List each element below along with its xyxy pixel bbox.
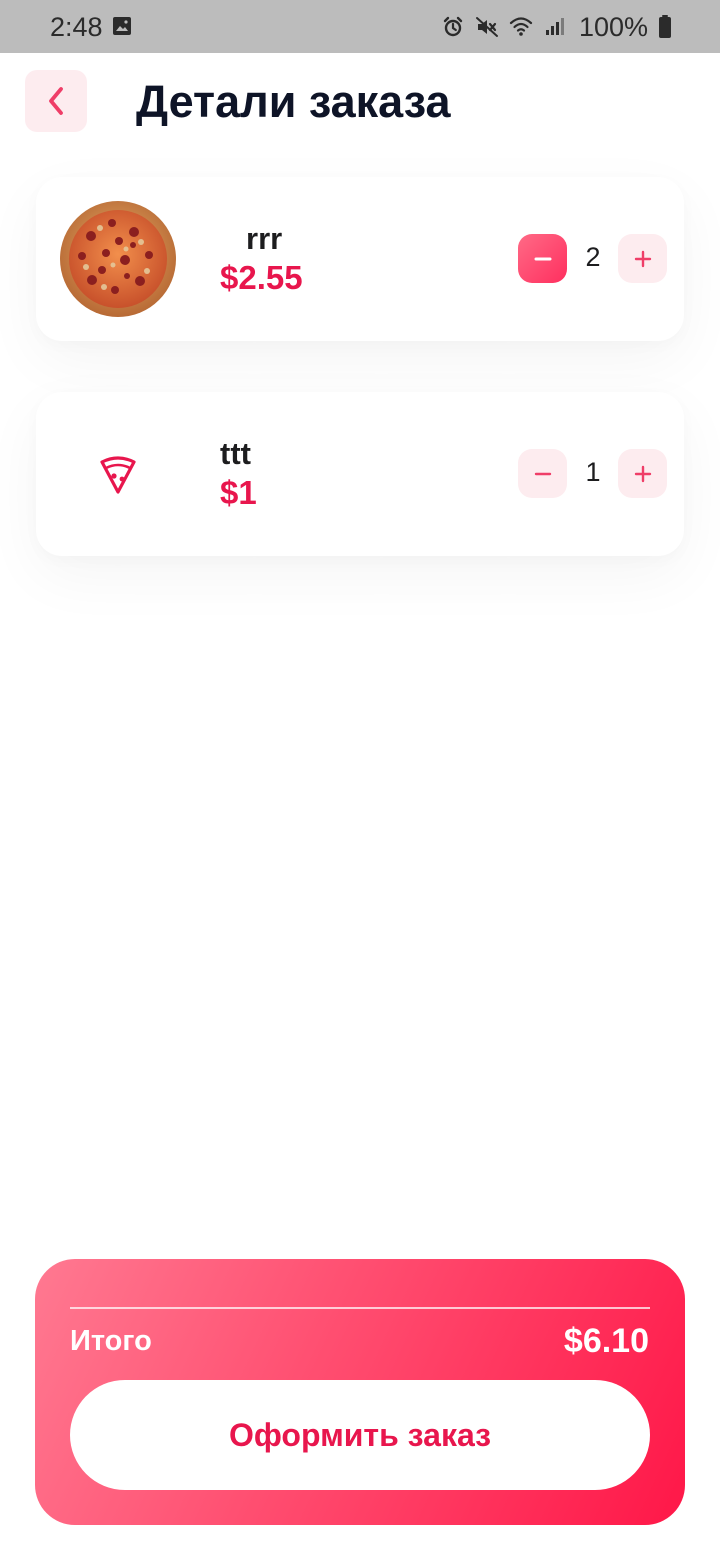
order-item-card: ttt $1 1 xyxy=(36,392,684,556)
total-value: $6.10 xyxy=(563,1322,649,1360)
quantity-value: 1 xyxy=(585,457,601,487)
chevron-left-icon xyxy=(49,87,63,115)
status-right: 100% xyxy=(441,12,672,42)
order-summary-panel: Итого $6.10 Оформить заказ xyxy=(35,1259,685,1525)
decrease-quantity-button[interactable] xyxy=(518,449,567,498)
item-price: $2.55 xyxy=(220,259,303,296)
quantity-value: 2 xyxy=(585,242,601,272)
total-label: Итого xyxy=(70,1325,152,1357)
item-name: rrr xyxy=(246,221,283,256)
increase-quantity-button[interactable] xyxy=(618,234,667,283)
back-button[interactable] xyxy=(25,70,87,132)
checkout-label: Оформить заказ xyxy=(228,1417,492,1453)
item-name: ttt xyxy=(220,436,251,471)
pizza-photo xyxy=(60,201,176,317)
mute-icon xyxy=(475,17,498,37)
page-title: Детали заказа xyxy=(136,76,451,127)
signal-icon xyxy=(545,18,564,35)
plus-icon xyxy=(634,250,651,267)
increase-quantity-button[interactable] xyxy=(618,449,667,498)
plus-icon xyxy=(634,465,651,482)
decrease-quantity-button[interactable] xyxy=(518,234,567,283)
summary-divider xyxy=(70,1307,650,1309)
status-time: 2:48 xyxy=(50,12,103,42)
gallery-icon xyxy=(113,17,131,35)
wifi-icon xyxy=(509,17,533,36)
minus-icon xyxy=(534,472,551,475)
battery-icon xyxy=(659,15,671,38)
order-item-card: rrr $2.55 2 xyxy=(36,177,684,341)
checkout-button[interactable]: Оформить заказ xyxy=(70,1380,650,1490)
alarm-icon xyxy=(443,16,463,37)
pizza-slice-icon xyxy=(100,456,136,494)
minus-icon xyxy=(534,257,551,260)
status-bar: 2:48 100% xyxy=(0,0,720,53)
battery-percentage: 100% xyxy=(578,12,648,42)
item-price: $1 xyxy=(220,474,257,511)
